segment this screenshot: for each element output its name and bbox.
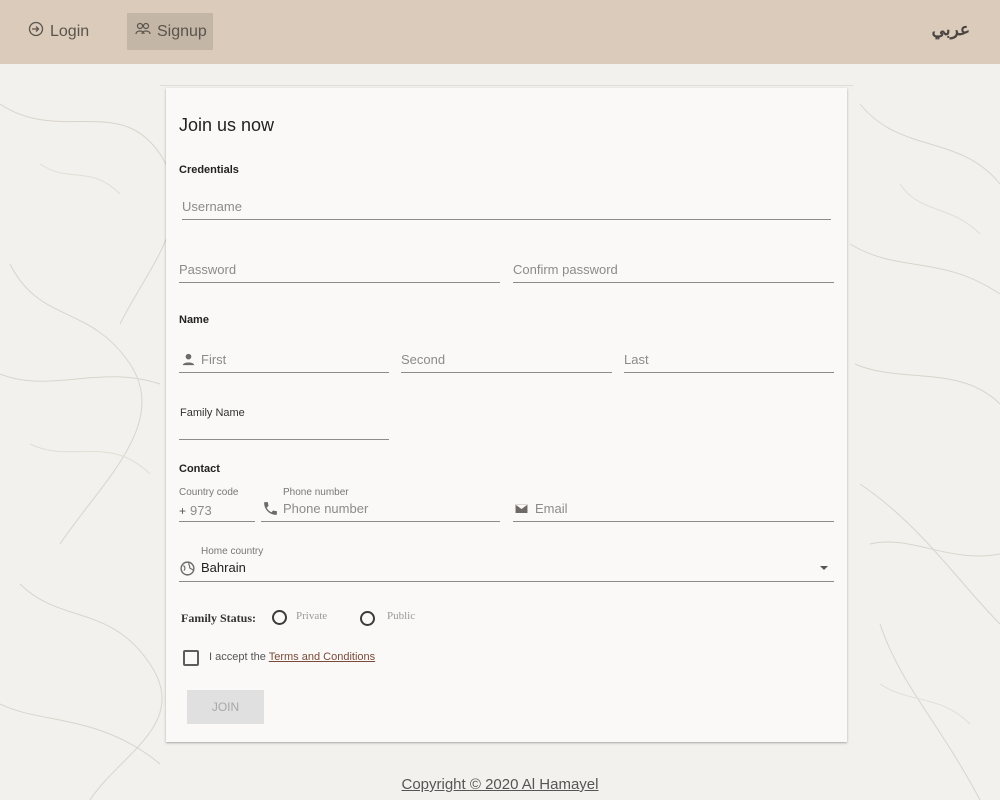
name-section-label: Name <box>179 314 209 326</box>
dropdown-arrow-icon <box>818 561 830 579</box>
footer: Copyright © 2020 Al Hamayel <box>0 776 1000 793</box>
terms-link[interactable]: Terms and Conditions <box>269 651 375 663</box>
confirm-password-field <box>513 261 834 283</box>
login-label: Login <box>50 22 90 40</box>
terms-text: I accept the Terms and Conditions <box>209 651 375 663</box>
family-status-public-label: Public <box>387 610 416 622</box>
card-top-edge <box>160 85 853 86</box>
top-navbar: Login Signup عربي <box>0 0 1000 64</box>
confirm-password-input[interactable] <box>513 262 834 277</box>
username-input[interactable] <box>182 199 831 214</box>
signup-label: Signup <box>157 22 207 40</box>
join-button[interactable]: JOIN <box>187 690 264 724</box>
family-name-field <box>179 418 389 440</box>
family-status-private-radio[interactable] <box>272 610 287 625</box>
signup-button[interactable]: Signup <box>127 13 213 50</box>
email-field <box>513 500 834 522</box>
username-field <box>182 198 831 220</box>
country-code-input[interactable] <box>190 503 255 518</box>
phone-number-input[interactable] <box>283 501 500 516</box>
signup-card: Join us now Credentials Name Family Name… <box>166 88 847 742</box>
second-name-field <box>401 351 612 373</box>
contact-section-label: Contact <box>179 463 220 475</box>
phone-number-label: Phone number <box>283 487 349 498</box>
copyright-text[interactable]: Copyright © 2020 Al Hamayel <box>402 776 599 793</box>
family-status-public-radio[interactable] <box>360 611 375 626</box>
home-country-select[interactable]: Bahrain <box>179 559 834 582</box>
credentials-section-label: Credentials <box>179 164 239 176</box>
phone-number-field <box>261 500 500 522</box>
terms-checkbox[interactable] <box>183 650 199 666</box>
language-toggle[interactable]: عربي <box>932 20 970 40</box>
email-input[interactable] <box>535 501 834 516</box>
signup-icon <box>135 21 151 42</box>
password-input[interactable] <box>179 262 500 277</box>
family-status-private-label: Private <box>296 610 328 622</box>
page-title: Join us now <box>179 115 275 135</box>
login-icon <box>28 21 44 42</box>
country-code-prefix: + <box>179 503 187 518</box>
first-name-input[interactable] <box>201 352 389 367</box>
country-code-label: Country code <box>179 487 239 498</box>
last-name-input[interactable] <box>624 352 834 367</box>
last-name-field <box>624 351 834 373</box>
second-name-input[interactable] <box>401 352 612 367</box>
password-field <box>179 261 500 283</box>
country-code-field: + <box>179 500 255 522</box>
home-country-value: Bahrain <box>201 560 246 575</box>
terms-prefix: I accept the <box>209 651 266 663</box>
family-name-input[interactable] <box>179 419 389 434</box>
login-button[interactable]: Login <box>20 13 97 50</box>
first-name-field <box>179 351 389 373</box>
family-status-label: Family Status: <box>181 611 256 625</box>
home-country-label: Home country <box>201 546 264 557</box>
